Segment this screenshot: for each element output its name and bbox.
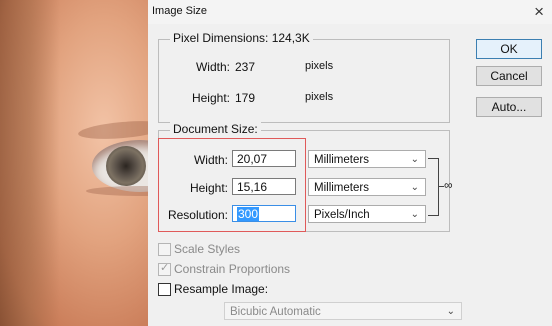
scale-styles-checkbox[interactable] bbox=[158, 243, 171, 256]
pixel-height-value: 179 bbox=[235, 91, 256, 105]
photo-eyelid bbox=[86, 186, 148, 196]
doc-height-unit-select[interactable]: Millimeters ⌄ bbox=[308, 178, 426, 196]
document-size-legend: Document Size: bbox=[170, 122, 261, 136]
scale-styles-label: Scale Styles bbox=[174, 242, 241, 256]
chevron-down-icon: ⌄ bbox=[410, 209, 419, 220]
pixel-width-value: 237 bbox=[235, 60, 256, 74]
resolution-value: 300 bbox=[237, 207, 260, 221]
photo-eyebrow bbox=[77, 118, 148, 142]
doc-height-label: Height: bbox=[189, 181, 228, 195]
chain-link-icon: ∞ bbox=[444, 178, 453, 192]
dialog-title: Image Size bbox=[152, 5, 208, 17]
doc-width-unit-value: Millimeters bbox=[314, 154, 369, 166]
resolution-label: Resolution: bbox=[167, 208, 228, 222]
background-photo bbox=[0, 0, 148, 326]
photo-hair bbox=[0, 0, 60, 326]
photo-eye bbox=[92, 140, 148, 192]
resample-method-select[interactable]: Bicubic Automatic ⌄ bbox=[224, 302, 462, 320]
checkmark-icon: ✓ bbox=[160, 262, 170, 274]
title-bar: Image Size × bbox=[148, 0, 552, 24]
close-icon[interactable]: × bbox=[534, 2, 544, 22]
chevron-down-icon: ⌄ bbox=[410, 154, 419, 165]
resolution-unit-select[interactable]: Pixels/Inch ⌄ bbox=[308, 205, 426, 223]
constrain-proportions-label: Constrain Proportions bbox=[174, 262, 291, 276]
ok-button[interactable]: OK bbox=[476, 39, 542, 59]
resample-method-value: Bicubic Automatic bbox=[230, 306, 321, 318]
resolution-field[interactable]: 300 bbox=[232, 205, 296, 222]
doc-width-label: Width: bbox=[193, 153, 228, 167]
doc-height-unit-value: Millimeters bbox=[314, 182, 369, 194]
constrain-proportions-checkbox[interactable]: ✓ bbox=[158, 262, 171, 276]
resample-image-checkbox[interactable] bbox=[158, 283, 171, 296]
pixel-width-label: Width: bbox=[195, 60, 230, 74]
photo-iris bbox=[106, 146, 146, 186]
doc-width-unit-select[interactable]: Millimeters ⌄ bbox=[308, 150, 426, 168]
resolution-unit-value: Pixels/Inch bbox=[314, 209, 370, 221]
auto-button[interactable]: Auto... bbox=[476, 97, 542, 117]
constrain-bracket bbox=[428, 158, 439, 216]
cancel-button[interactable]: Cancel bbox=[476, 66, 542, 86]
image-size-dialog: Image Size × Pixel Dimensions: 124,3K Wi… bbox=[148, 0, 552, 326]
doc-width-field[interactable]: 20,07 bbox=[232, 150, 296, 167]
pixel-height-unit: pixels bbox=[305, 91, 334, 103]
pixel-width-unit: pixels bbox=[305, 60, 334, 72]
doc-height-field[interactable]: 15,16 bbox=[232, 178, 296, 195]
pixel-dimensions-group bbox=[158, 39, 450, 123]
chevron-down-icon: ⌄ bbox=[446, 306, 455, 317]
chevron-down-icon: ⌄ bbox=[410, 182, 419, 193]
resample-image-label: Resample Image: bbox=[174, 282, 269, 296]
pixel-dimensions-legend: Pixel Dimensions: 124,3K bbox=[170, 31, 313, 45]
pixel-height-label: Height: bbox=[191, 91, 230, 105]
